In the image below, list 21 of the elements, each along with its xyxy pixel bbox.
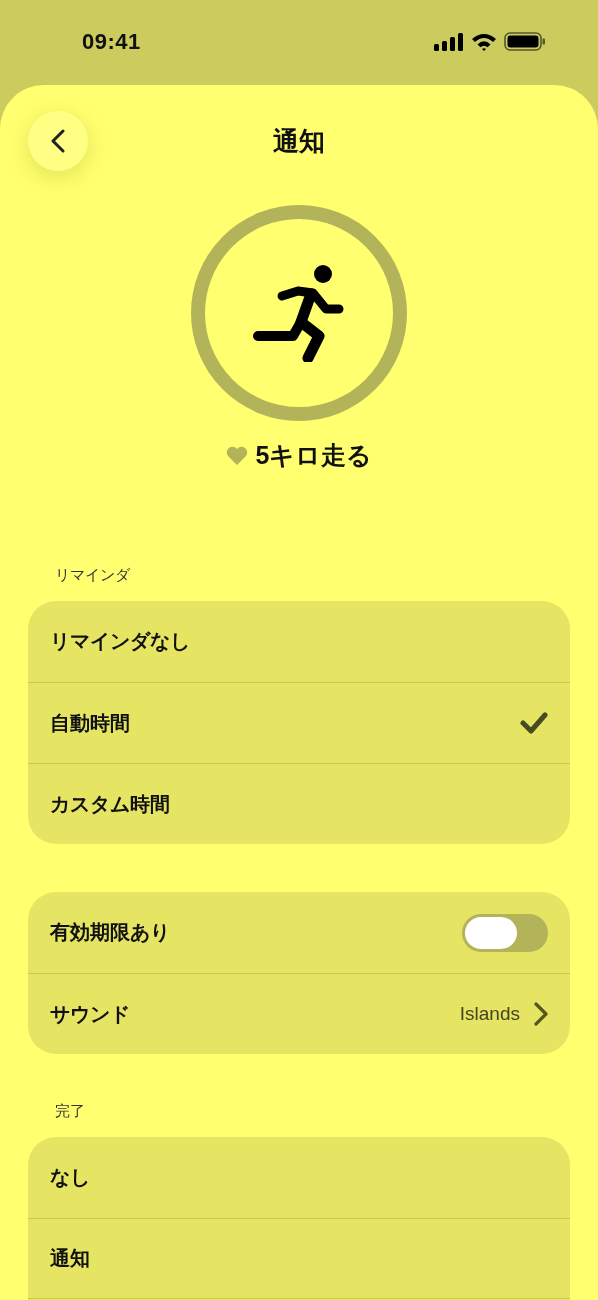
- runner-icon: [253, 264, 345, 362]
- option-row[interactable]: 通知: [28, 1218, 570, 1299]
- signal-icon: [434, 32, 464, 51]
- goal-title: 5キロ走る: [255, 440, 373, 471]
- wifi-icon: [471, 32, 497, 51]
- status-time: 09:41: [82, 28, 141, 55]
- row-label: サウンド: [50, 1001, 131, 1027]
- battery-icon: [504, 32, 546, 51]
- option-row[interactable]: なし: [28, 1137, 570, 1218]
- row-label: 有効期限あり: [50, 920, 171, 945]
- section-header: 完了: [55, 1102, 85, 1119]
- option-row[interactable]: 自動時間: [28, 682, 570, 763]
- chevron-icon[interactable]: [534, 1002, 548, 1026]
- back-icon: [51, 129, 65, 153]
- screen-title: 通知: [273, 124, 325, 158]
- option-row[interactable]: リマインダなし: [28, 601, 570, 682]
- toggle-switch[interactable]: [462, 913, 548, 952]
- option-row[interactable]: カスタム時間: [28, 763, 570, 844]
- value-text: Islands: [459, 1003, 520, 1025]
- heart-icon: [225, 446, 248, 465]
- section-header: リマインダ: [55, 566, 130, 583]
